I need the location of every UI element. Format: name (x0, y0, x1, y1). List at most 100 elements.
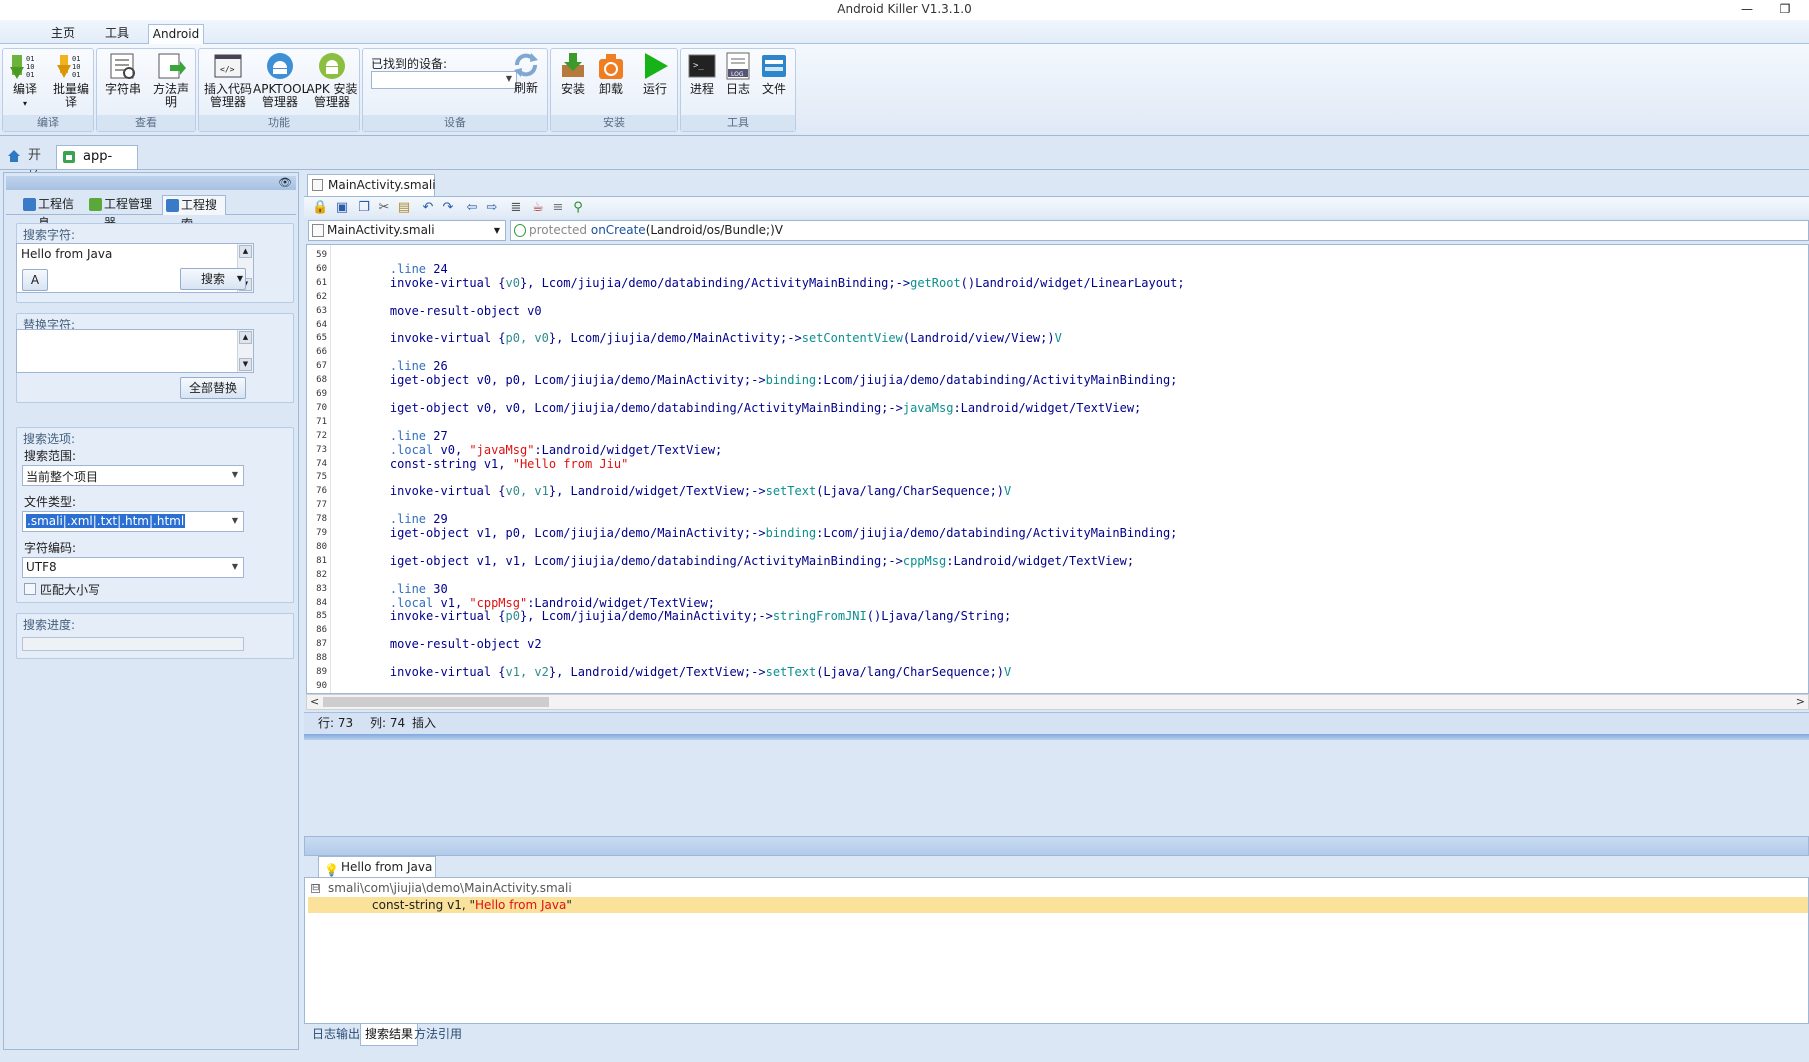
compile-button[interactable]: 01 10 01 编译 ▾ (5, 51, 45, 110)
insert-code-label-2: 管理器 (209, 95, 246, 109)
restore-button[interactable]: ❐ (1767, 0, 1803, 20)
match-case-checkbox[interactable] (24, 583, 36, 595)
scroll-up-icon[interactable]: ▲ (239, 331, 252, 344)
run-button[interactable]: 运行 (635, 51, 675, 96)
refresh-icon (514, 53, 538, 77)
tab-search-result[interactable]: 💡 Hello from Java (318, 856, 436, 878)
method-signature: (Landroid/os/Bundle;)V (645, 223, 783, 237)
compile-dropdown-arrow[interactable]: ▾ (23, 99, 27, 108)
tab-project-info[interactable]: 工程信息 (20, 195, 84, 230)
format-icon[interactable]: ≣ (508, 200, 524, 216)
file-label: 文件 (761, 82, 786, 96)
search-scope-value: 当前整个项目 (26, 470, 99, 484)
tab-app-debug[interactable]: app-debug (56, 145, 138, 186)
save-icon[interactable]: ▣ (334, 200, 350, 216)
uninstall-button[interactable]: 卸载 (591, 51, 631, 96)
tab-project-manager[interactable]: 工程管理器 (86, 195, 160, 230)
result-hit-row[interactable]: const-string v1, "Hello from Java" (308, 897, 1808, 913)
ribbon-tab-android[interactable]: Android (148, 24, 204, 44)
log-icon: LOG (726, 52, 750, 80)
lock-icon[interactable]: 🔒 (312, 200, 328, 216)
indent-icon[interactable]: ≡ (550, 200, 566, 216)
ribbon-group-function: </> 插入代码 管理器 APKTOOL 管理器 APK 安装 管理器 功能 (198, 48, 360, 132)
replace-input-scrollbar[interactable]: ▲ ▼ (237, 330, 253, 372)
file-button[interactable]: 文件 (755, 51, 793, 96)
back-arrow-icon[interactable]: ⇦ (464, 200, 480, 216)
chevron-down-icon: ▼ (231, 516, 238, 525)
title-bar: Android Killer V1.3.1.0 — ❐ (0, 0, 1809, 20)
encoding-select[interactable]: UTF8 ▼ (22, 557, 244, 578)
tab-mainactivity-smali[interactable]: MainActivity.smali (307, 174, 436, 196)
ribbon-tab-tools[interactable]: 工具 (96, 24, 138, 44)
left-panel: 👁 工程信息 工程管理器 工程搜索 搜索字符: Hello from Java … (3, 172, 299, 1050)
apktool-manager-button[interactable]: APKTOOL 管理器 (253, 51, 308, 109)
collapse-icon[interactable]: ⊟ (311, 884, 320, 893)
home-icon (8, 150, 20, 162)
search-icon (166, 199, 179, 212)
results-header (304, 836, 1809, 856)
tab-start[interactable]: 开始 (2, 145, 52, 185)
tab-log-output[interactable]: 日志输出 (308, 1024, 364, 1046)
font-options-button[interactable]: A (22, 269, 48, 291)
tab-method-references[interactable]: 方法引用 (410, 1024, 466, 1046)
eye-icon[interactable]: 👁 (278, 176, 292, 189)
strings-icon (110, 53, 135, 79)
ribbon-tab-home[interactable]: 主页 (42, 24, 84, 44)
panel-splitter[interactable] (304, 734, 1809, 740)
ribbon-group-tools: >_ 进程 LOG 日志 文件 工具 (680, 48, 796, 132)
search-button[interactable]: 搜索 ▼ (180, 268, 246, 290)
code-text: invoke-virtual {p0, v0}, Lcom/jiujia/dem… (361, 331, 1062, 346)
chevron-down-icon: ▼ (231, 470, 238, 479)
uninstall-label: 卸载 (598, 82, 623, 96)
process-button[interactable]: >_ 进程 (683, 51, 721, 96)
replace-all-button[interactable]: 全部替换 (180, 377, 246, 399)
debug-icon[interactable]: ⚲ (570, 200, 586, 216)
code-text: invoke-virtual {p0}, Lcom/jiujia/demo/Ma… (361, 609, 1012, 624)
file-type-select[interactable]: .smali|.xml|.txt|.htm|.html ▼ (22, 511, 244, 532)
scroll-thumb[interactable] (323, 697, 549, 707)
search-scope-select[interactable]: 当前整个项目 ▼ (22, 465, 244, 486)
undo-icon[interactable]: ↶ (420, 200, 436, 216)
file-combo[interactable]: MainActivity.smali ▼ (308, 220, 506, 241)
method-combo[interactable]: protected onCreate(Landroid/os/Bundle;)V (510, 220, 1809, 241)
file-manager-icon (762, 55, 786, 77)
refresh-button[interactable]: 刷新 (508, 50, 544, 95)
strings-button[interactable]: 字符串 (101, 51, 145, 96)
scroll-down-icon[interactable]: ▼ (239, 358, 252, 371)
copy-icon[interactable]: ❐ (356, 200, 372, 216)
apktool-icon (267, 53, 293, 79)
insert-code-manager-button[interactable]: </> 插入代码 管理器 (201, 51, 255, 109)
horizontal-scrollbar[interactable]: < > (306, 694, 1809, 710)
result-file-path: smali\com\jiujia\demo\MainActivity.smali (328, 881, 572, 895)
apk-install-manager-button[interactable]: APK 安装 管理器 (305, 51, 359, 109)
result-file-node[interactable]: ⊟ smali\com\jiujia\demo\MainActivity.smal… (311, 881, 572, 895)
ribbon-group-view: 字符串 方法声 明 查看 (96, 48, 196, 132)
cut-icon[interactable]: ✂ (376, 200, 392, 216)
replace-input[interactable]: ▲ ▼ (16, 329, 254, 373)
left-panel-header: 👁 (6, 176, 296, 190)
code-text: move-result-object v2 (361, 637, 542, 652)
java-icon[interactable]: ☕ (530, 200, 546, 216)
log-button[interactable]: LOG 日志 (719, 51, 757, 96)
search-dropdown-arrow[interactable]: ▼ (237, 269, 243, 289)
result-tab-label: Hello from Java (341, 860, 433, 874)
method-declaration-button[interactable]: 方法声 明 (149, 51, 193, 109)
device-select[interactable]: ▼ (371, 71, 517, 89)
code-editor[interactable]: 59 60 .line 24 61 invoke-virtual {v0}, Lco… (306, 244, 1809, 694)
scroll-up-icon[interactable]: ▲ (239, 245, 252, 258)
window-title: Android Killer V1.3.1.0 (837, 2, 972, 16)
tab-project-search[interactable]: 工程搜索 (162, 195, 226, 231)
strings-label: 字符串 (104, 82, 141, 96)
run-label: 运行 (642, 82, 667, 96)
scroll-right-icon[interactable]: > (1796, 695, 1805, 708)
method-name: onCreate (590, 223, 646, 237)
scroll-left-icon[interactable]: < (310, 695, 319, 708)
paste-icon[interactable]: ▤ (396, 200, 412, 216)
forward-arrow-icon[interactable]: ⇨ (484, 200, 500, 216)
redo-icon[interactable]: ↷ (440, 200, 456, 216)
batch-compile-button[interactable]: 01 10 01 批量编 译 (51, 51, 91, 109)
minimize-button[interactable]: — (1729, 0, 1765, 20)
install-icon (562, 53, 584, 77)
ribbon-tab-strip: 主页 工具 Android (0, 20, 1809, 44)
install-button[interactable]: 安装 (553, 51, 593, 96)
